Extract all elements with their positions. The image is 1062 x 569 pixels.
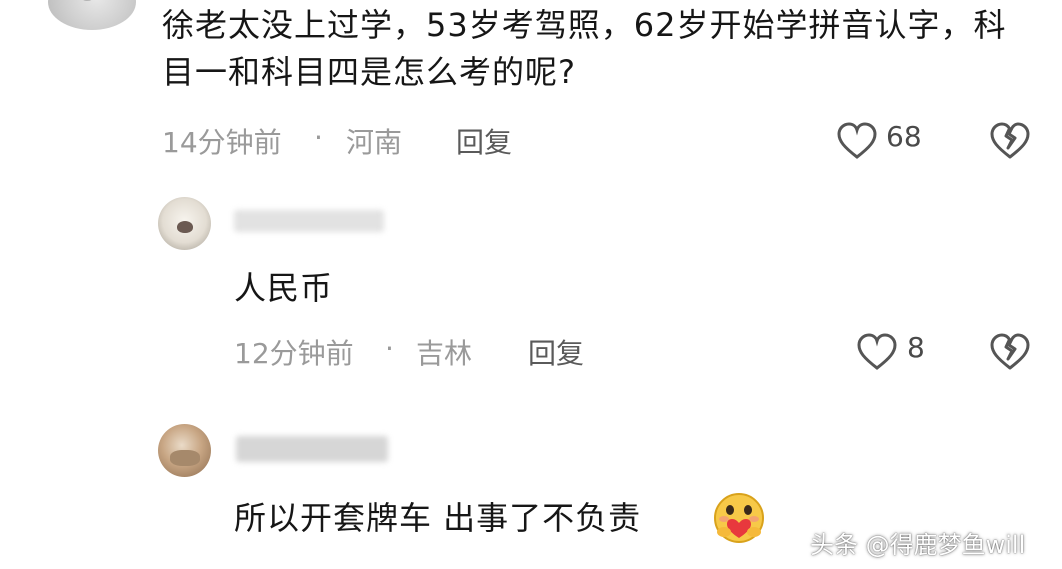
comment-time: 14分钟前	[162, 126, 282, 159]
hugging-heart-emoji	[710, 492, 768, 544]
broken-heart-icon	[989, 121, 1031, 161]
like-count: 68	[886, 120, 922, 153]
comment-text: 人民币	[234, 269, 334, 307]
like-count: 8	[907, 331, 925, 364]
dislike-button[interactable]	[989, 332, 1031, 372]
username-redacted[interactable]	[234, 210, 384, 232]
avatar[interactable]	[158, 197, 211, 250]
heart-outline-icon	[856, 333, 898, 371]
meta-separator: ·	[385, 332, 394, 365]
comment-text: 徐老太没上过学，53岁考驾照，62岁开始学拼音认字，科目一和科目四是怎么考的呢?	[162, 6, 1007, 91]
username-redacted[interactable]	[236, 436, 388, 462]
like-button[interactable]: 68	[836, 118, 931, 164]
like-button[interactable]: 8	[856, 329, 936, 375]
reply-button[interactable]: 回复	[456, 121, 512, 161]
reply-button[interactable]: 回复	[528, 332, 584, 372]
broken-heart-icon	[989, 332, 1031, 372]
comment-time: 12分钟前	[234, 337, 354, 370]
comment-text: 所以开套牌车 出事了不负责	[234, 499, 642, 537]
watermark: 头条 @得鹿梦鱼will	[810, 531, 1026, 559]
avatar[interactable]	[48, 0, 136, 30]
comment-location: 河南	[346, 126, 403, 159]
meta-separator: ·	[314, 121, 323, 154]
avatar[interactable]	[158, 424, 211, 477]
dislike-button[interactable]	[989, 121, 1031, 161]
comment-location: 吉林	[416, 337, 473, 370]
heart-outline-icon	[836, 122, 878, 160]
